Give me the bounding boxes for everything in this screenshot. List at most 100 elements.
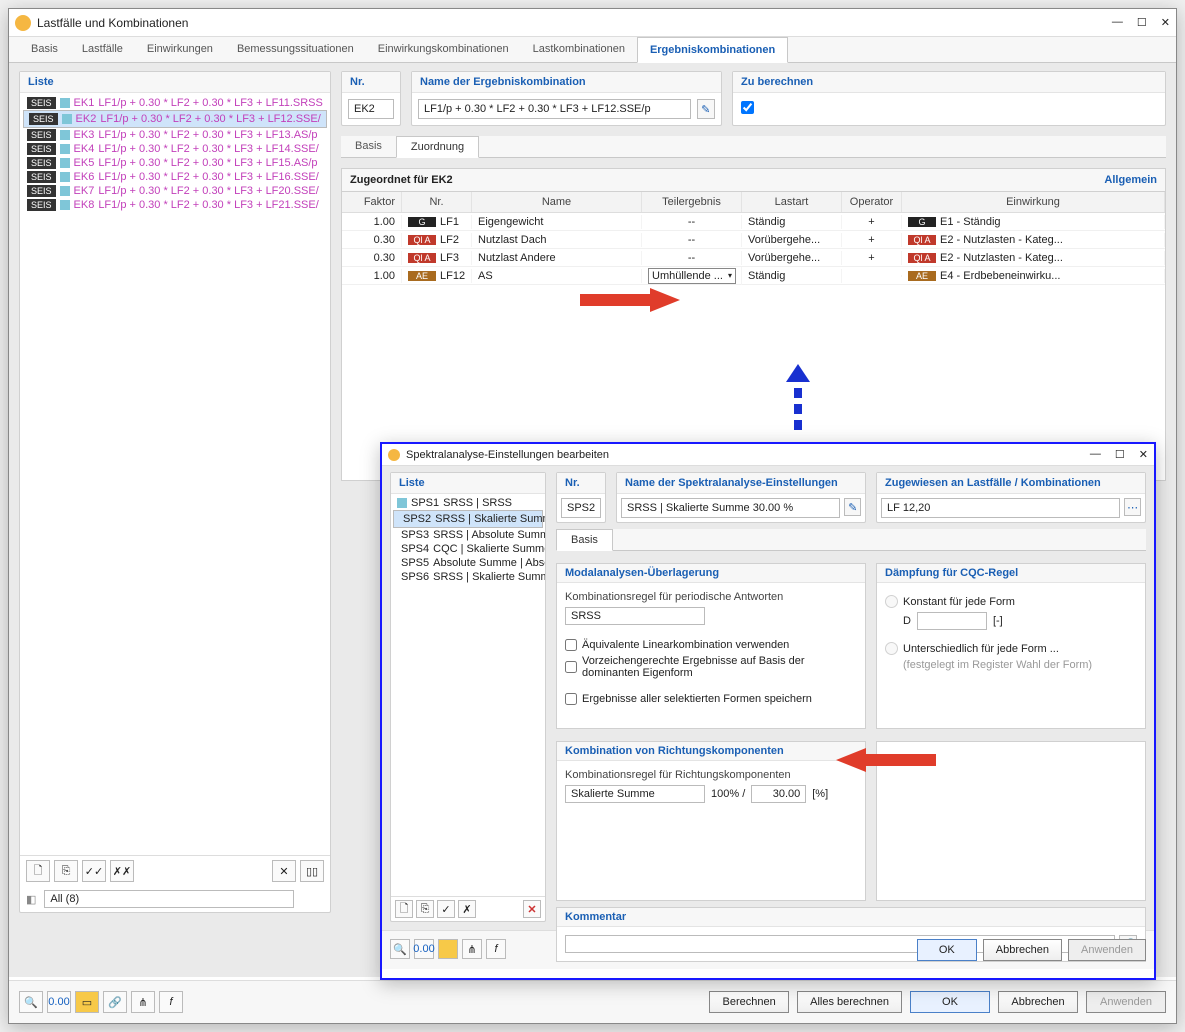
subtab-zuordnung[interactable]: Zuordnung: [396, 136, 479, 158]
tab-bemessung[interactable]: Bemessungssituationen: [225, 37, 366, 62]
sps-name-input[interactable]: [621, 498, 840, 518]
link-icon[interactable]: 🔗: [103, 991, 127, 1013]
list-item[interactable]: SEISEK5LF1/p + 0.30 * LF2 + 0.30 * LF3 +…: [23, 156, 327, 170]
tab-einwirkungskomb[interactable]: Einwirkungskombinationen: [366, 37, 521, 62]
check-all-icon[interactable]: ✓✓: [82, 860, 106, 882]
sps-list[interactable]: SPS1SRSS | SRSSSPS2SRSS | Skalierte Summ…: [391, 494, 545, 896]
list-item[interactable]: SEISEK4LF1/p + 0.30 * LF2 + 0.30 * LF3 +…: [23, 142, 327, 156]
list-item[interactable]: SEISEK1LF1/p + 0.30 * LF2 + 0.30 * LF3 +…: [23, 96, 327, 110]
sps-assigned-header: Zugewiesen an Lastfälle / Kombinationen: [877, 473, 1145, 494]
list-item[interactable]: SEISEK8LF1/p + 0.30 * LF2 + 0.30 * LF3 +…: [23, 198, 327, 212]
sps-assigned-input[interactable]: [881, 498, 1120, 518]
richt-rule-select[interactable]: [565, 785, 705, 803]
zoom-icon[interactable]: 🔍: [19, 991, 43, 1013]
fx-icon[interactable]: f: [159, 991, 183, 1013]
sps-list-item[interactable]: SPS3SRSS | Absolute Summe: [393, 528, 543, 542]
inner-zoom-icon[interactable]: 🔍: [390, 939, 410, 959]
list-item[interactable]: SEISEK6LF1/p + 0.30 * LF2 + 0.30 * LF3 +…: [23, 170, 327, 184]
radio-konstant: Konstant für jede Form: [885, 595, 1137, 608]
calc-panel: Zu berechnen: [732, 71, 1166, 126]
sps-copy-icon[interactable]: ⎘: [416, 900, 434, 918]
inner-close-icon[interactable]: ✕: [1139, 448, 1148, 461]
combination-list[interactable]: SEISEK1LF1/p + 0.30 * LF2 + 0.30 * LF3 +…: [20, 93, 330, 855]
nr-input[interactable]: [348, 99, 394, 119]
table-row[interactable]: 1.00 GLF1 Eigengewicht -- Ständig + GE1 …: [342, 213, 1165, 231]
tab-lastfaelle[interactable]: Lastfälle: [70, 37, 135, 62]
name-input[interactable]: [418, 99, 691, 119]
main-titlebar: Lastfälle und Kombinationen — ☐ ✕: [9, 9, 1176, 37]
richt-value-input[interactable]: [751, 785, 806, 803]
richt-unit: [%]: [812, 788, 828, 800]
teilergebnis-dropdown[interactable]: Umhüllende ...▾Umhüllende der skalierten…: [648, 268, 736, 284]
inner-units-icon[interactable]: 0.00: [414, 939, 434, 959]
chk-equiv: Äquivalente Linearkombination verwenden: [565, 639, 857, 651]
inner-maximize-icon[interactable]: ☐: [1115, 448, 1125, 461]
calc-header: Zu berechnen: [733, 72, 1165, 93]
sps-unchk-icon[interactable]: ✗: [458, 900, 476, 918]
anwenden-button: Anwenden: [1086, 991, 1166, 1013]
table-row[interactable]: 0.30 Ql ALF3 Nutzlast Andere -- Vorüberg…: [342, 249, 1165, 267]
sps-nr-input[interactable]: [561, 498, 601, 518]
inner-tree-icon[interactable]: ⋔: [462, 939, 482, 959]
new-icon[interactable]: 🗋: [26, 860, 50, 882]
sps-name-panel: Name der Spektralanalyse-Einstellungen ✎: [616, 472, 866, 523]
list-item[interactable]: SEISEK2LF1/p + 0.30 * LF2 + 0.30 * LF3 +…: [23, 110, 327, 128]
inner-fx-icon[interactable]: f: [486, 939, 506, 959]
left-list-panel: Liste SEISEK1LF1/p + 0.30 * LF2 + 0.30 *…: [19, 71, 331, 913]
alles-berechnen-button[interactable]: Alles berechnen: [797, 991, 902, 1013]
radio-unterschiedlich: Unterschiedlich für jede Form ...: [885, 642, 1137, 655]
edit-name-icon[interactable]: ✎: [697, 99, 715, 119]
inner-title: Spektralanalyse-Einstellungen bearbeiten: [406, 449, 1090, 461]
annotation-arrow-red-1: [580, 288, 680, 312]
sps-list-item[interactable]: SPS1SRSS | SRSS: [393, 496, 543, 510]
berechnen-button[interactable]: Berechnen: [709, 991, 789, 1013]
inner-titlebar: Spektralanalyse-Einstellungen bearbeiten…: [382, 444, 1154, 466]
modal-rule-select[interactable]: [565, 607, 705, 625]
tab-ergebniskomb[interactable]: Ergebniskombinationen: [637, 37, 788, 63]
modal-group: Modalanalysen-Überlagerung Kombinationsr…: [556, 563, 866, 729]
net-icon[interactable]: ⋔: [131, 991, 155, 1013]
units-icon[interactable]: 0.00: [47, 991, 71, 1013]
tab-basis[interactable]: Basis: [19, 37, 70, 62]
sps-list-item[interactable]: SPS5Absolute Summe | Absolute: [393, 556, 543, 570]
inner-cancel-button[interactable]: Abbrechen: [983, 939, 1062, 961]
table-row[interactable]: 0.30 Ql ALF2 Nutzlast Dach -- Vorübergeh…: [342, 231, 1165, 249]
sps-edit-icon[interactable]: ✎: [844, 498, 861, 516]
maximize-icon[interactable]: ☐: [1137, 16, 1147, 29]
list-item[interactable]: SEISEK7LF1/p + 0.30 * LF2 + 0.30 * LF3 +…: [23, 184, 327, 198]
abbrechen-button[interactable]: Abbrechen: [998, 991, 1078, 1013]
sps-new-icon[interactable]: 🗋: [395, 900, 413, 918]
modal-rule-label: Kombinationsregel für periodische Antwor…: [565, 591, 857, 603]
columns-icon[interactable]: ▯▯: [300, 860, 324, 882]
sps-tab-basis[interactable]: Basis: [556, 529, 613, 551]
close-icon[interactable]: ✕: [1161, 16, 1170, 29]
inner-ok-button[interactable]: OK: [917, 939, 977, 961]
sps-chk-icon[interactable]: ✓: [437, 900, 455, 918]
assign-title: Zugeordnet für EK2: [350, 174, 453, 186]
color-icon[interactable]: ▭: [75, 991, 99, 1013]
uncheck-all-icon[interactable]: ✗✗: [110, 860, 134, 882]
sps-list-item[interactable]: SPS4CQC | Skalierte Summe 30.0: [393, 542, 543, 556]
col-op: Operator: [842, 192, 902, 212]
minimize-icon[interactable]: —: [1112, 16, 1123, 29]
delete-icon[interactable]: ✕: [272, 860, 296, 882]
col-name: Name: [472, 192, 642, 212]
subtab-basis[interactable]: Basis: [341, 136, 396, 157]
list-item[interactable]: SEISEK3LF1/p + 0.30 * LF2 + 0.30 * LF3 +…: [23, 128, 327, 142]
ok-button[interactable]: OK: [910, 991, 990, 1013]
copy-icon[interactable]: ⎘: [54, 860, 78, 882]
assign-right[interactable]: Allgemein: [1104, 174, 1157, 186]
filter-select[interactable]: [44, 890, 294, 908]
table-row[interactable]: 1.00 AELF12 AS Umhüllende ...▾Umhüllende…: [342, 267, 1165, 285]
chk-ergebnisse: Ergebnisse aller selektierten Formen spe…: [565, 693, 857, 705]
calc-checkbox[interactable]: [741, 101, 754, 114]
tab-lastkomb[interactable]: Lastkombinationen: [521, 37, 637, 62]
damp-d-input: [917, 612, 987, 630]
sps-list-item[interactable]: SPS6SRSS | Skalierte Summe 100.: [393, 570, 543, 584]
sps-list-item[interactable]: SPS2SRSS | Skalierte Summe 30.0: [393, 510, 543, 528]
sps-assigned-more-icon[interactable]: ⋯: [1124, 498, 1141, 516]
sps-delete-icon[interactable]: ✕: [523, 900, 541, 918]
tab-einwirkungen[interactable]: Einwirkungen: [135, 37, 225, 62]
inner-color-icon[interactable]: [438, 939, 458, 959]
inner-minimize-icon[interactable]: —: [1090, 448, 1101, 461]
